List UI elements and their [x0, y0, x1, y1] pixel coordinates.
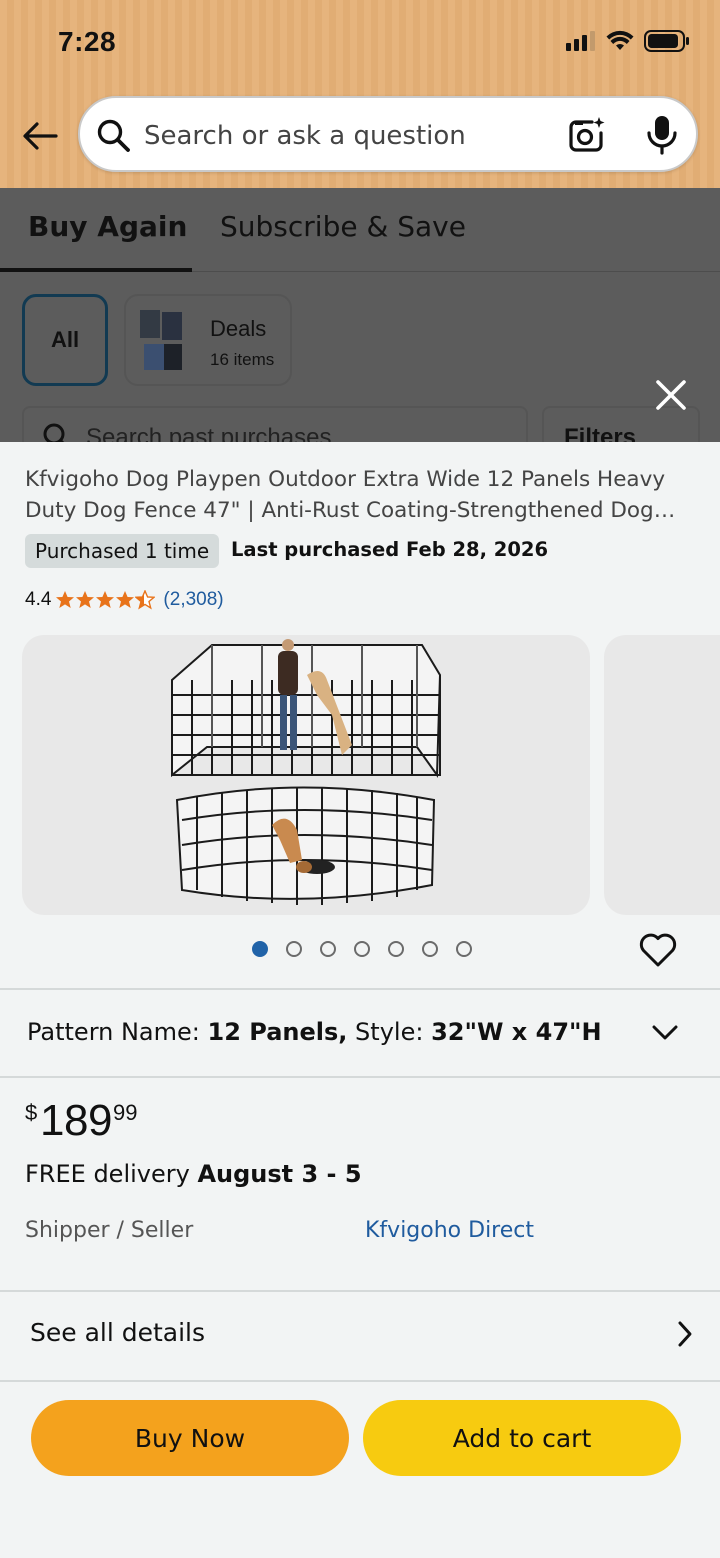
last-purchased-date: Last purchased Feb 28, 2026	[231, 538, 549, 561]
deals-thumbnail	[140, 310, 182, 370]
search-input[interactable]	[144, 116, 544, 156]
heart-icon[interactable]	[638, 932, 678, 968]
background-page-overlay: Buy Again Subscribe & Save All Deals 16 …	[0, 188, 720, 442]
delivery-dates: August 3 - 5	[197, 1160, 362, 1188]
past-purchases-placeholder: Search past purchases	[86, 424, 332, 442]
half-star-icon	[135, 590, 156, 610]
back-arrow-icon	[23, 122, 58, 150]
buy-now-button[interactable]: Buy Now	[31, 1400, 349, 1476]
past-purchases-search[interactable]: Search past purchases	[22, 406, 528, 442]
filter-chip-all[interactable]: All	[22, 294, 108, 386]
status-time: 7:28	[58, 26, 117, 57]
search-icon	[43, 423, 65, 442]
see-all-details-label: See all details	[30, 1318, 206, 1347]
camera-search-icon[interactable]	[566, 115, 606, 155]
add-to-cart-button[interactable]: Add to cart	[363, 1400, 681, 1476]
tab-bar: Buy Again Subscribe & Save	[0, 188, 720, 272]
variant-summary: Pattern Name: 12 Panels, Style: 32"W x 4…	[27, 1018, 602, 1046]
pagination-dot[interactable]	[320, 941, 336, 957]
variant-selector[interactable]: Pattern Name: 12 Panels, Style: 32"W x 4…	[0, 990, 720, 1078]
price-fraction: 99	[113, 1100, 138, 1125]
star-icon	[96, 591, 115, 608]
product-image[interactable]	[22, 635, 590, 915]
search-bar[interactable]	[78, 96, 698, 172]
delivery-info: FREE delivery August 3 - 5	[25, 1160, 362, 1188]
price-currency: $	[25, 1100, 38, 1125]
star-rating	[55, 590, 156, 610]
next-product-image[interactable]	[604, 635, 720, 915]
wifi-icon	[606, 30, 634, 50]
chevron-right-icon	[678, 1321, 692, 1347]
delivery-prefix: FREE delivery	[25, 1160, 190, 1188]
purchased-badge: Purchased 1 time	[25, 534, 220, 568]
microphone-icon[interactable]	[646, 114, 678, 156]
pagination-dot[interactable]	[456, 941, 472, 957]
deals-count: 16 items	[210, 350, 275, 369]
tab-subscribe-save[interactable]: Subscribe & Save	[220, 210, 466, 243]
tab-buy-again[interactable]: Buy Again	[28, 210, 187, 243]
divider	[0, 1076, 720, 1078]
dog-playpen-image	[171, 639, 442, 905]
deals-title: Deals	[210, 316, 267, 341]
battery-icon	[644, 30, 689, 52]
see-all-details-row[interactable]: See all details	[0, 1292, 720, 1380]
price-whole: 189	[40, 1096, 112, 1145]
top-header: 7:28	[0, 0, 720, 188]
image-gallery[interactable]	[0, 635, 720, 915]
chevron-down-icon	[652, 1025, 678, 1040]
rating-count[interactable]: (2,308)	[163, 589, 223, 611]
pagination-dot[interactable]	[354, 941, 370, 957]
back-button[interactable]	[18, 116, 62, 156]
star-icon	[76, 591, 95, 608]
star-icon	[116, 591, 135, 608]
pagination-dot[interactable]	[388, 941, 404, 957]
shipper-link[interactable]: Kfvigoho Direct	[365, 1218, 534, 1243]
signal-icon	[566, 31, 595, 51]
pagination-dot[interactable]	[422, 941, 438, 957]
pattern-label: Pattern Name:	[27, 1018, 200, 1046]
divider	[0, 1380, 720, 1382]
shipper-label: Shipper / Seller	[25, 1218, 194, 1243]
style-label: Style:	[355, 1018, 424, 1046]
rating-row[interactable]: 4.4 (2,308)	[25, 588, 224, 612]
style-value: 32"W x 47"H	[431, 1018, 602, 1046]
status-icons	[566, 30, 690, 52]
pagination-dot-active[interactable]	[252, 941, 268, 957]
pattern-value: 12 Panels,	[207, 1018, 348, 1046]
active-tab-indicator	[0, 268, 192, 272]
search-icon	[97, 119, 130, 152]
product-title[interactable]: Kfvigoho Dog Playpen Outdoor Extra Wide …	[25, 464, 695, 526]
rating-value: 4.4	[25, 589, 52, 610]
close-icon[interactable]	[652, 376, 690, 414]
gallery-pagination	[252, 941, 472, 957]
product-bottom-sheet: Kfvigoho Dog Playpen Outdoor Extra Wide …	[0, 442, 720, 1558]
pagination-dot[interactable]	[286, 941, 302, 957]
filters-label: Filters	[564, 424, 637, 442]
star-icon	[56, 591, 75, 608]
filter-chip-deals[interactable]: Deals 16 items	[124, 294, 292, 386]
